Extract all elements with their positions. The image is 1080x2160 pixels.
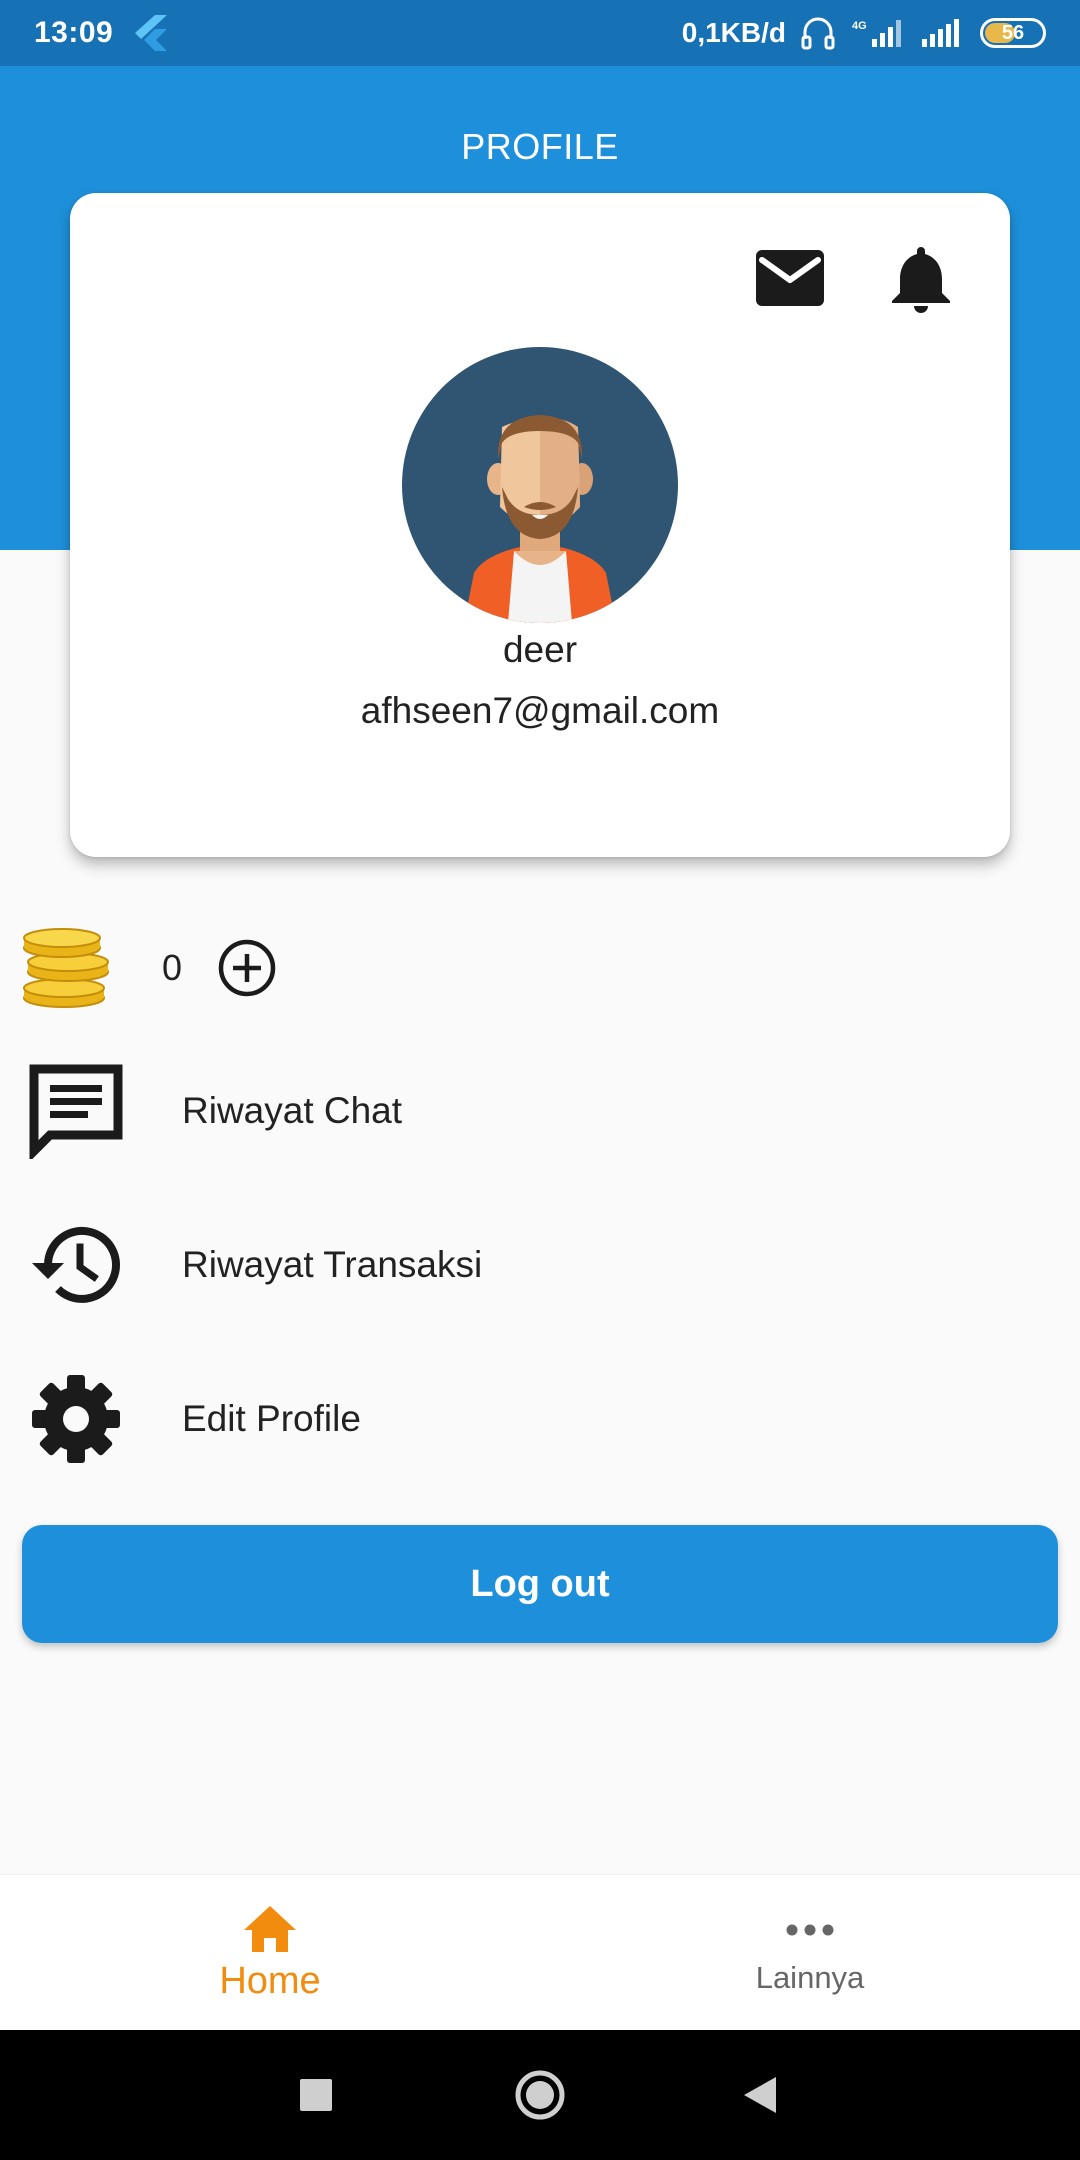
signal-4g-icon: 4G (852, 20, 901, 47)
nav-item-lainnya[interactable]: Lainnya (540, 1875, 1080, 2031)
back-icon[interactable] (730, 2065, 790, 2125)
battery-level: 56 (1001, 21, 1025, 44)
avatar (402, 347, 678, 623)
logout-button[interactable]: Log out (22, 1525, 1058, 1643)
mail-icon[interactable] (754, 248, 826, 308)
status-bar: 13:09 0,1KB/d 4G 56 (0, 0, 1080, 66)
battery-icon: 56 (980, 18, 1046, 48)
flutter-icon (135, 15, 168, 51)
home-icon (244, 1905, 296, 1952)
bottom-nav: Home Lainnya (0, 1874, 1080, 2030)
bell-icon[interactable] (890, 243, 952, 313)
profile-name: deer (502, 629, 578, 670)
coin-stack-icon (23, 928, 109, 1008)
nav-item-home[interactable]: Home (0, 1875, 540, 2031)
menu-label-riwayat-chat: Riwayat Chat (182, 1090, 403, 1131)
page-title: PROFILE (461, 126, 619, 167)
add-circle-icon[interactable] (218, 939, 276, 997)
more-horiz-icon (786, 1924, 834, 1936)
avatar-man-icon (464, 415, 616, 623)
home-circle-icon[interactable] (510, 2065, 570, 2125)
menu-item-edit-profile[interactable]: Edit Profile (0, 1364, 1080, 1474)
headset-icon (801, 17, 835, 50)
nav-label-lainnya: Lainnya (755, 1960, 865, 1995)
status-right-group: 0,1KB/d 4G 56 (682, 15, 1046, 51)
gear-icon (28, 1371, 124, 1467)
menu-item-riwayat-transaksi[interactable]: Riwayat Transaksi (0, 1210, 1080, 1320)
menu-label-riwayat-transaksi: Riwayat Transaksi (182, 1244, 483, 1285)
chat-icon (28, 1063, 124, 1159)
system-nav-bar (0, 2030, 1080, 2160)
menu-item-riwayat-chat[interactable]: Riwayat Chat (0, 1056, 1080, 1166)
profile-email: afhseen7@gmail.com (360, 690, 720, 731)
signal-icon (922, 19, 959, 47)
recents-icon[interactable] (286, 2065, 346, 2125)
profile-card: deer afhseen7@gmail.com (70, 193, 1010, 857)
coins-row: 0 (20, 928, 276, 1008)
menu-label-edit-profile: Edit Profile (182, 1398, 361, 1439)
nav-label-home: Home (219, 1959, 321, 2002)
status-time: 13:09 (34, 16, 114, 49)
svg-text:4G: 4G (852, 20, 867, 32)
coin-count: 0 (162, 947, 183, 988)
history-icon (28, 1217, 124, 1313)
network-speed: 0,1KB/d (681, 17, 786, 48)
